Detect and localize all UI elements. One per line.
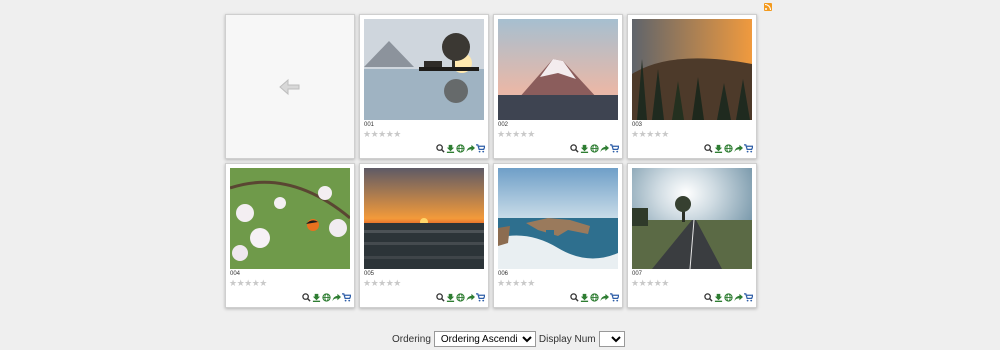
gallery-item[interactable]: 001 ★★★★★: [359, 14, 489, 159]
globe-icon[interactable]: [724, 293, 733, 302]
share-icon[interactable]: [734, 144, 743, 153]
item-actions: [302, 293, 351, 302]
rss-icon[interactable]: [764, 3, 772, 11]
thumbnail-image[interactable]: [498, 168, 618, 269]
download-icon[interactable]: [580, 293, 589, 302]
item-number: 006: [498, 271, 509, 277]
share-icon[interactable]: [734, 293, 743, 302]
share-icon[interactable]: [332, 293, 341, 302]
item-number: 002: [498, 122, 509, 128]
item-actions: [704, 144, 753, 153]
thumbnail-image[interactable]: [364, 168, 484, 269]
item-number: 007: [632, 271, 643, 277]
globe-icon[interactable]: [456, 293, 465, 302]
search-icon[interactable]: [436, 144, 445, 153]
thumbnail-image[interactable]: [498, 19, 618, 120]
globe-icon[interactable]: [724, 144, 733, 153]
gallery-item[interactable]: 007 ★★★★★: [627, 163, 757, 308]
share-icon[interactable]: [600, 293, 609, 302]
gallery-item[interactable]: 002 ★★★★★: [493, 14, 623, 159]
share-icon[interactable]: [466, 144, 475, 153]
search-icon[interactable]: [704, 293, 713, 302]
gallery-grid: 001 ★★★★★ 002 ★★★★★ 003 ★★★★★ 004 ★★★★★ …: [225, 14, 757, 308]
item-number: 001: [364, 122, 375, 128]
item-actions: [704, 293, 753, 302]
gallery-item[interactable]: 006 ★★★★★: [493, 163, 623, 308]
item-actions: [436, 293, 485, 302]
rating-stars[interactable]: ★★★★★: [363, 278, 401, 289]
back-arrow-icon: [279, 78, 300, 95]
rating-stars[interactable]: ★★★★★: [229, 278, 267, 289]
item-number: 005: [364, 271, 375, 277]
back-tile[interactable]: [225, 14, 355, 159]
download-icon[interactable]: [312, 293, 321, 302]
search-icon[interactable]: [704, 144, 713, 153]
rating-stars[interactable]: ★★★★★: [497, 129, 535, 140]
globe-icon[interactable]: [456, 144, 465, 153]
thumbnail-image[interactable]: [632, 19, 752, 120]
gallery-item[interactable]: 005 ★★★★★: [359, 163, 489, 308]
search-icon[interactable]: [436, 293, 445, 302]
thumbnail-image[interactable]: [364, 19, 484, 120]
thumbnail-image[interactable]: [632, 168, 752, 269]
rating-stars[interactable]: ★★★★★: [631, 129, 669, 140]
globe-icon[interactable]: [322, 293, 331, 302]
thumbnail-image[interactable]: [230, 168, 350, 269]
rating-stars[interactable]: ★★★★★: [363, 129, 401, 140]
item-actions: [436, 144, 485, 153]
rating-stars[interactable]: ★★★★★: [497, 278, 535, 289]
share-icon[interactable]: [466, 293, 475, 302]
item-number: 003: [632, 122, 643, 128]
download-icon[interactable]: [580, 144, 589, 153]
download-icon[interactable]: [714, 144, 723, 153]
display-num-select[interactable]: 20: [598, 331, 625, 347]
gallery-item[interactable]: 004 ★★★★★: [225, 163, 355, 308]
cart-icon[interactable]: [610, 293, 619, 302]
item-number: 004: [230, 271, 241, 277]
ordering-select[interactable]: Ordering Ascending: [433, 331, 536, 347]
cart-icon[interactable]: [476, 293, 485, 302]
download-icon[interactable]: [714, 293, 723, 302]
search-icon[interactable]: [570, 144, 579, 153]
search-icon[interactable]: [570, 293, 579, 302]
cart-icon[interactable]: [744, 144, 753, 153]
gallery-item[interactable]: 003 ★★★★★: [627, 14, 757, 159]
globe-icon[interactable]: [590, 144, 599, 153]
share-icon[interactable]: [600, 144, 609, 153]
item-actions: [570, 144, 619, 153]
ordering-label: Ordering: [392, 333, 431, 345]
search-icon[interactable]: [302, 293, 311, 302]
item-actions: [570, 293, 619, 302]
display-num-label: Display Num: [538, 333, 596, 345]
rating-stars[interactable]: ★★★★★: [631, 278, 669, 289]
cart-icon[interactable]: [610, 144, 619, 153]
cart-icon[interactable]: [744, 293, 753, 302]
cart-icon[interactable]: [476, 144, 485, 153]
globe-icon[interactable]: [590, 293, 599, 302]
cart-icon[interactable]: [342, 293, 351, 302]
download-icon[interactable]: [446, 144, 455, 153]
download-icon[interactable]: [446, 293, 455, 302]
gallery-controls: Ordering Ordering Ascending Display Num …: [392, 331, 628, 347]
